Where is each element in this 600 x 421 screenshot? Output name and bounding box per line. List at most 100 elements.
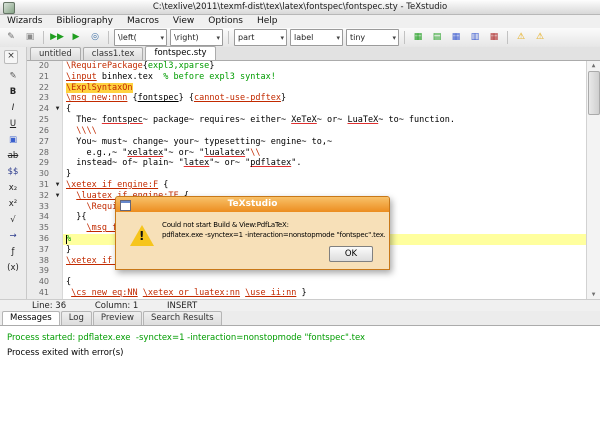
tabbing-wizard-icon[interactable]: ▤ [428, 30, 446, 46]
editor-line-30[interactable]: 30} [27, 169, 587, 180]
fold-column [53, 223, 63, 234]
error-warning-icon[interactable]: ⚠ [531, 30, 549, 46]
grid-wizard-icon[interactable]: ▦ [485, 30, 503, 46]
message-line: Process exited with error(s) [7, 346, 593, 361]
editor-line-23[interactable]: 23\msg_new:nnn {fontspec} {cannot-use-pd… [27, 93, 587, 104]
tab-bar: untitledclass1.texfontspec.sty [27, 47, 600, 61]
line-number: 25 [27, 115, 53, 126]
scrollbar-thumb[interactable] [588, 71, 600, 115]
tabular-wizard-icon[interactable]: ▦ [409, 30, 427, 46]
bottom-tab-search-results[interactable]: Search Results [143, 311, 222, 325]
editor-line-29[interactable]: 29 instead~ of~ plain~ "latex"~ or~ "pdf… [27, 158, 587, 169]
arrow-button[interactable]: → [3, 229, 23, 242]
tabbing-wizard-icon-glyph: ▤ [433, 33, 442, 42]
fold-column [53, 288, 63, 299]
bottom-tab-log[interactable]: Log [61, 311, 92, 325]
editor-line-40[interactable]: 40{ [27, 277, 587, 288]
array-wizard-icon[interactable]: ▦ [447, 30, 465, 46]
menu-item-macros[interactable]: Macros [120, 15, 166, 28]
dialog-icon [120, 200, 131, 211]
scroll-down-icon[interactable]: ▼ [587, 291, 600, 298]
inline-math-button[interactable]: $$ [3, 165, 23, 178]
fold-marker-icon[interactable]: ▼ [53, 104, 63, 115]
code-text: You~ must~ change~ your~ typesetting~ en… [63, 137, 587, 148]
matrix-wizard-icon[interactable]: ▥ [466, 30, 484, 46]
title-bar[interactable]: C:\texlive\2011\texmf-dist\tex\latex\fon… [0, 0, 600, 15]
editor-line-31[interactable]: 31▼\xetex_if_engine:F { [27, 180, 587, 191]
editor-line-20[interactable]: 20\RequirePackage{expl3,xparse} [27, 61, 587, 72]
line-number: 23 [27, 93, 53, 104]
close-side-panel-button[interactable]: × [4, 50, 18, 64]
reference-combo[interactable]: label▾ [290, 29, 343, 46]
strikeout-button[interactable]: ab [3, 149, 23, 162]
chevron-down-icon: ▾ [336, 34, 340, 42]
toolbar-separator [404, 31, 405, 44]
superscript-button[interactable]: x² [3, 197, 23, 210]
editor-line-24[interactable]: 24▼{ [27, 104, 587, 115]
editor-line-41[interactable]: 41 \cs_new_eq:NN \xetex_or_luatex:nn \us… [27, 288, 587, 299]
bottom-tab-preview[interactable]: Preview [93, 311, 142, 325]
tabular-wizard-icon-glyph: ▦ [414, 33, 423, 42]
error-dialog: TeXstudio Could not start Build & View:P… [115, 196, 390, 270]
editor-line-21[interactable]: 21\input binhex.tex % before expl3 synta… [27, 72, 587, 83]
todo-warning-icon[interactable]: ⚠ [512, 30, 530, 46]
text-cursor [66, 235, 67, 244]
editor-scrollbar[interactable]: ▲ ▼ [586, 61, 600, 299]
editor-line-22[interactable]: 22\ExplSyntaxOn [27, 83, 587, 94]
tab-untitled[interactable]: untitled [30, 47, 81, 60]
box-button[interactable]: ▣ [3, 133, 23, 146]
sectioning-combo[interactable]: part▾ [234, 29, 287, 46]
editor-line-28[interactable]: 28 e.g.,~ "xelatex"~ or~ "lualatex"\\ [27, 148, 587, 159]
fold-column [53, 245, 63, 256]
ok-button[interactable]: OK [329, 246, 373, 262]
code-text: \input binhex.tex % before expl3 syntax! [63, 72, 587, 83]
toolbar-separator [108, 31, 109, 44]
dialog-title-bar[interactable]: TeXstudio [116, 197, 389, 212]
fold-marker-icon[interactable]: ▼ [53, 180, 63, 191]
underline-button[interactable]: U [3, 117, 23, 130]
editor-line-27[interactable]: 27 You~ must~ change~ your~ typesetting~… [27, 137, 587, 148]
copy-icon[interactable]: ▣ [21, 30, 39, 46]
italic-button[interactable]: I [3, 101, 23, 114]
line-number: 39 [27, 266, 53, 277]
line-number: 29 [27, 158, 53, 169]
function-button[interactable]: ƒ [3, 245, 23, 258]
editor-line-26[interactable]: 26 \\\\ [27, 126, 587, 137]
line-number: 26 [27, 126, 53, 137]
menu-item-view[interactable]: View [166, 15, 201, 28]
tab-class1-tex[interactable]: class1.tex [83, 47, 144, 60]
tab-fontspec-sty[interactable]: fontspec.sty [145, 46, 215, 60]
pencil-icon[interactable]: ✎ [3, 69, 23, 82]
error-warning-icon-glyph: ⚠ [536, 33, 544, 42]
build-and-view-icon[interactable]: ▶▶ [48, 30, 66, 46]
line-number: 28 [27, 148, 53, 159]
scroll-up-icon[interactable]: ▲ [587, 62, 600, 69]
chevron-down-icon: ▾ [280, 34, 284, 42]
dialog-title: TeXstudio [228, 199, 278, 209]
line-number: 40 [27, 277, 53, 288]
dialog-message-line1: Could not start Build & View:PdfLaTeX: [162, 220, 385, 230]
view-icon[interactable]: ◎ [86, 30, 104, 46]
new-document-icon[interactable]: ✎ [2, 30, 20, 46]
right-delimiter-combo[interactable]: \right)▾ [170, 29, 223, 46]
sqrt-button[interactable]: √ [3, 213, 23, 226]
line-number: 32 [27, 191, 53, 202]
menu-item-wizards[interactable]: Wizards [0, 15, 49, 28]
compile-icon[interactable]: ▶ [67, 30, 85, 46]
line-number: 24 [27, 104, 53, 115]
menu-item-help[interactable]: Help [250, 15, 285, 28]
editor-line-25[interactable]: 25 The~ fontspec~ package~ requires~ eit… [27, 115, 587, 126]
parentheses-button[interactable]: (x) [3, 261, 23, 274]
menu-item-bibliography[interactable]: Bibliography [49, 15, 120, 28]
fold-marker-icon[interactable]: ▼ [53, 191, 63, 202]
font-size-combo[interactable]: tiny▾ [346, 29, 399, 46]
bottom-tab-messages[interactable]: Messages [2, 311, 60, 325]
bold-button[interactable]: B [3, 85, 23, 98]
menu-item-options[interactable]: Options [201, 15, 250, 28]
code-text: The~ fontspec~ package~ requires~ either… [63, 115, 587, 126]
left-delimiter-combo[interactable]: \left(▾ [114, 29, 167, 46]
line-number: 34 [27, 212, 53, 223]
line-number: 36 [27, 234, 53, 245]
subscript-button[interactable]: x₂ [3, 181, 23, 194]
fold-column [53, 266, 63, 277]
